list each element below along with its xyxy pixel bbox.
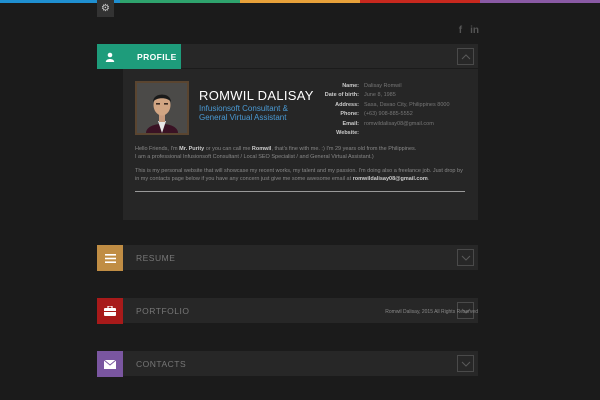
info-value[interactable]: romwildalisay08@gmail.com: [364, 120, 434, 129]
info-key: Name:: [342, 83, 359, 89]
profile-title-line2: General Virtual Assistant: [199, 113, 287, 122]
profile-title-line1: Infusionsoft Consultant &: [199, 104, 288, 113]
chevron-down-icon[interactable]: [457, 355, 474, 372]
info-value: June 8, 1985: [364, 92, 396, 99]
profile-section-header[interactable]: PROFILE: [97, 44, 478, 69]
info-row: Website:: [322, 129, 450, 138]
color-bar-green: [120, 0, 240, 3]
divider: [135, 191, 465, 192]
info-key: Date of birth:: [324, 92, 359, 99]
collapse-toggle-icon[interactable]: [457, 48, 474, 65]
footer-copyright: Romwil Dalisay, 2015 All Rights Reserved: [385, 309, 478, 315]
top-color-bar: [0, 0, 600, 3]
portfolio-label: PORTFOLIO: [136, 306, 190, 316]
profile-content: ROMWIL DALISAY Infusionsoft Consultant &…: [97, 69, 478, 220]
contacts-label: CONTACTS: [136, 359, 187, 369]
resume-section-header[interactable]: RESUME: [97, 245, 478, 271]
color-bar-red: [360, 0, 480, 3]
info-row: Address: Sasa, Davao City, Philippines 80…: [322, 101, 450, 110]
info-key: Website:: [336, 130, 359, 137]
tab-profile-label: PROFILE: [137, 51, 177, 62]
facebook-icon[interactable]: f: [459, 25, 462, 36]
info-row: Date of birth: June 8, 1985: [322, 91, 450, 100]
settings-button[interactable]: ⚙: [97, 0, 114, 17]
profile-name: ROMWIL DALISAY: [199, 88, 314, 103]
avatar: [135, 81, 189, 135]
info-row: Name: Dalisay Romwil: [322, 82, 450, 91]
resume-icon: [97, 245, 123, 271]
info-value: (+63) 908-885-5552: [364, 111, 413, 118]
briefcase-icon: [97, 298, 123, 324]
bio-email-link[interactable]: romwildalisay08@gmail.com: [353, 176, 428, 182]
color-bar-purple: [480, 0, 600, 3]
color-bar-orange: [240, 0, 360, 3]
gear-icon: ⚙: [101, 3, 110, 14]
info-key: Phone:: [340, 111, 359, 118]
bio-paragraph: Hello Friends, I'm Mr. Purity or you can…: [135, 146, 417, 160]
resume-label: RESUME: [136, 253, 176, 263]
bio-paragraph: This is my personal website that will sh…: [135, 168, 463, 182]
contacts-section-header[interactable]: CONTACTS: [97, 351, 478, 377]
info-value: Sasa, Davao City, Philippines 8000: [364, 101, 450, 108]
profile-bio: Hello Friends, I'm Mr. Purity or you can…: [135, 146, 465, 190]
user-icon: [97, 44, 123, 69]
chevron-down-icon[interactable]: [457, 249, 474, 266]
envelope-icon: [97, 351, 123, 377]
info-row: Email: romwildalisay08@gmail.com: [322, 120, 450, 129]
info-key: Address:: [335, 101, 359, 108]
linkedin-icon[interactable]: in: [470, 25, 479, 36]
info-key: Email:: [342, 120, 359, 127]
profile-title: Infusionsoft Consultant & General Virtua…: [199, 104, 288, 122]
tab-profile[interactable]: PROFILE: [97, 44, 181, 69]
profile-info: Name: Dalisay Romwil Date of birth: June 8…: [322, 82, 450, 138]
social-links: f in: [459, 25, 479, 36]
info-value: Dalisay Romwil: [364, 83, 402, 89]
info-row: Phone: (+63) 908-885-5552: [322, 110, 450, 119]
